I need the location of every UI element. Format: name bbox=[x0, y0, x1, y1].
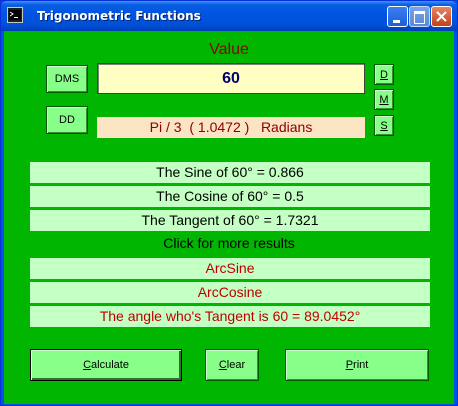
dms-button[interactable]: DMS bbox=[46, 65, 88, 93]
arccosine-button[interactable]: ArcCosine bbox=[30, 282, 430, 303]
calculate-accel: C bbox=[83, 359, 92, 371]
clear-button[interactable]: Clear bbox=[205, 349, 259, 381]
print-accel: P bbox=[345, 359, 354, 371]
client-area: Value DMS DD 60 Pi / 3 ( 1.0472 ) Radian… bbox=[4, 31, 454, 404]
arctangent-button[interactable]: The angle who's Tangent is 60 = 89.0452° bbox=[30, 306, 430, 327]
app-window: Trigonometric Functions Value DMS DD 60 … bbox=[0, 0, 458, 406]
value-input[interactable]: 60 bbox=[97, 63, 365, 94]
dd-button[interactable]: DD bbox=[46, 106, 88, 134]
calculate-label: alculate bbox=[91, 359, 129, 371]
title-bar[interactable]: Trigonometric Functions bbox=[1, 1, 457, 31]
clear-label: lear bbox=[226, 359, 246, 371]
terminal-icon[interactable] bbox=[7, 7, 23, 23]
window-title: Trigonometric Functions bbox=[37, 9, 201, 23]
print-button[interactable]: Print bbox=[285, 349, 429, 381]
value-heading: Value bbox=[209, 41, 249, 58]
calculate-button[interactable]: Calculate bbox=[30, 349, 182, 381]
seconds-button[interactable]: S bbox=[374, 115, 394, 136]
arcsine-button[interactable]: ArcSine bbox=[30, 258, 430, 279]
minutes-button[interactable]: M bbox=[374, 89, 394, 110]
degrees-button[interactable]: D bbox=[374, 64, 394, 85]
cosine-result: The Cosine of 60° = 0.5 bbox=[30, 186, 430, 207]
print-label: rint bbox=[353, 359, 369, 371]
minimize-icon[interactable] bbox=[387, 6, 408, 27]
tangent-result: The Tangent of 60° = 1.7321 bbox=[30, 210, 430, 231]
radian-display: Pi / 3 ( 1.0472 ) Radians bbox=[97, 117, 365, 138]
more-results-label: Click for more results bbox=[163, 235, 295, 251]
close-icon[interactable] bbox=[431, 6, 452, 27]
clear-accel: C bbox=[218, 359, 227, 371]
sine-result: The Sine of 60° = 0.866 bbox=[30, 162, 430, 183]
maximize-icon[interactable] bbox=[409, 6, 430, 27]
